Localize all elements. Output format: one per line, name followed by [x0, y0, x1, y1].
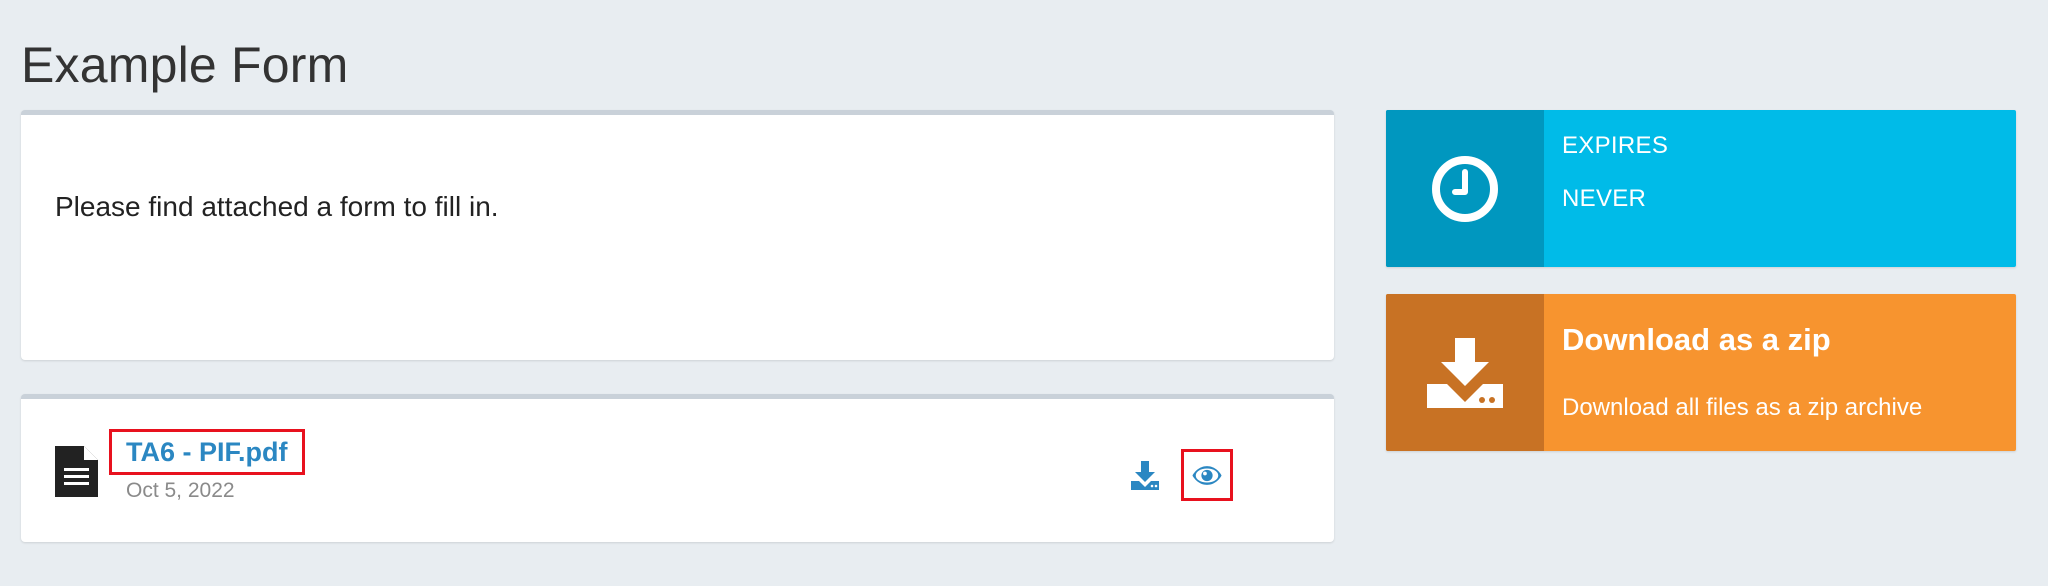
download-tray-icon	[1427, 337, 1503, 408]
document-icon	[55, 446, 98, 497]
download-file-button[interactable]	[1129, 459, 1161, 491]
page-title: Example Form	[21, 37, 349, 93]
message-text: Please find attached a form to fill in.	[55, 191, 499, 222]
zip-description: Download all files as a zip archive	[1562, 394, 1923, 421]
zip-icon-area	[1386, 294, 1544, 451]
eye-icon	[1192, 465, 1222, 485]
message-panel: Please find attached a form to fill in.	[21, 110, 1334, 360]
expires-info-box: EXPIRES NEVER	[1386, 110, 2016, 267]
expires-content: EXPIRES NEVER	[1544, 110, 2016, 267]
expires-label: EXPIRES	[1562, 132, 1669, 159]
zip-title: Download as a zip	[1562, 322, 1831, 357]
file-panel: TA6 - PIF.pdf Oct 5, 2022	[21, 394, 1334, 542]
clock-icon	[1432, 155, 1498, 222]
file-name-link[interactable]: TA6 - PIF.pdf	[126, 437, 288, 468]
file-name-highlight: TA6 - PIF.pdf	[109, 429, 305, 475]
view-file-button[interactable]	[1181, 449, 1233, 501]
expires-value: NEVER	[1562, 185, 1647, 212]
file-date: Oct 5, 2022	[126, 479, 235, 502]
download-icon	[1131, 461, 1159, 490]
zip-content: Download as a zip Download all files as …	[1544, 294, 2016, 451]
expires-icon-area	[1386, 110, 1544, 267]
download-zip-button[interactable]: Download as a zip Download all files as …	[1386, 294, 2016, 451]
